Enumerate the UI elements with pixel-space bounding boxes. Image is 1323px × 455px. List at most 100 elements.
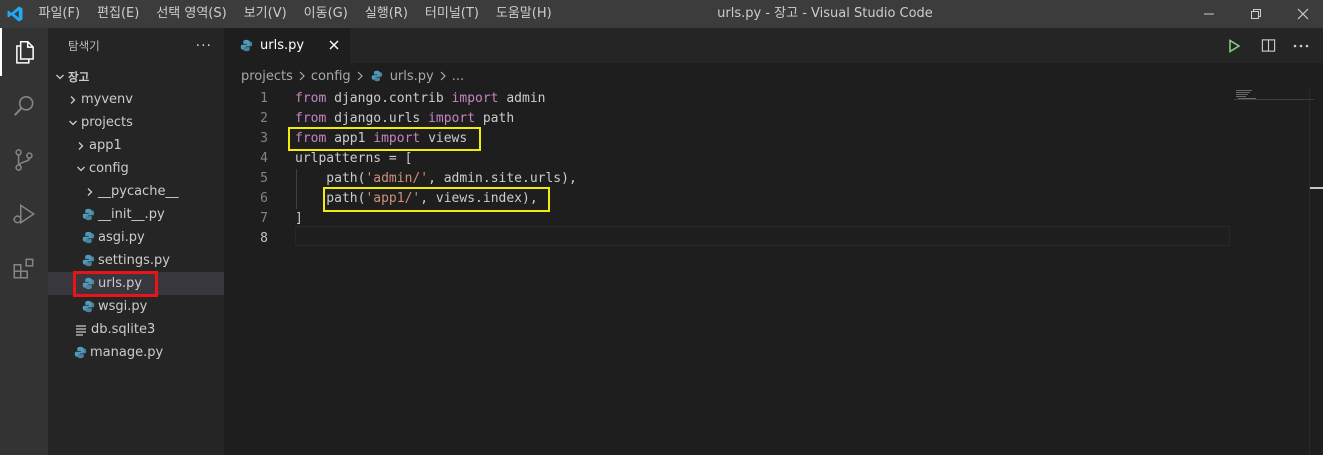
tree-item-label: wsgi.py: [98, 299, 148, 314]
python-file-icon: [80, 207, 96, 223]
breadcrumb: projects config urls.py ...: [224, 63, 1323, 89]
tree-item-settings-py[interactable]: settings.py: [48, 249, 224, 272]
tree-item-myvenv[interactable]: myvenv: [48, 88, 224, 111]
code-text: urlpatterns = [: [295, 149, 412, 169]
close-icon: [1297, 8, 1309, 20]
menu-terminal[interactable]: 터미널(T): [416, 0, 487, 28]
menu-file[interactable]: 파일(F): [30, 0, 89, 28]
tree-item-wsgi-py[interactable]: wsgi.py: [48, 295, 224, 318]
tree-item-label: db.sqlite3: [91, 322, 156, 337]
menu-go[interactable]: 이동(G): [295, 0, 356, 28]
run-file-button[interactable]: [1219, 28, 1249, 63]
chevron-right-icon: [82, 184, 98, 200]
menu-bar: 파일(F) 편집(E) 선택 영역(S) 보기(V) 이동(G) 실행(R) 터…: [30, 0, 560, 28]
split-editor-button[interactable]: [1253, 28, 1283, 63]
search-icon: [14, 95, 34, 116]
tree-item-app1[interactable]: app1: [48, 134, 224, 157]
menu-run[interactable]: 실행(R): [356, 0, 416, 28]
restore-button[interactable]: [1233, 0, 1279, 28]
code-line[interactable]: 5 path('admin/', admin.site.urls),: [224, 169, 1234, 189]
code-line[interactable]: 8: [224, 229, 1234, 249]
keyword-token: from: [295, 91, 327, 106]
source-control-activity-button[interactable]: [0, 136, 48, 184]
tab-close-button[interactable]: [326, 37, 342, 53]
chevron-right-icon: [356, 71, 364, 81]
explorer-more-actions-button[interactable]: ···: [196, 38, 212, 54]
vertical-scrollbar[interactable]: [1309, 89, 1323, 455]
breadcrumb-config[interactable]: config: [311, 69, 351, 84]
run-debug-activity-button[interactable]: [0, 190, 48, 238]
tree-item-label: __pycache__: [98, 184, 179, 199]
python-file-icon: [80, 253, 96, 269]
chevron-right-icon: [298, 71, 306, 81]
code-line[interactable]: 7]: [224, 209, 1234, 229]
tab-urls-py[interactable]: urls.py: [224, 28, 350, 63]
minimize-icon: [1204, 13, 1214, 15]
tree-item-asgi-py[interactable]: asgi.py: [48, 226, 224, 249]
tree-item-init-py[interactable]: __init__.py: [48, 203, 224, 226]
chevron-right-icon: [73, 138, 89, 154]
workspace-root[interactable]: 장고: [48, 65, 224, 88]
window-title: urls.py - 장고 - Visual Studio Code: [717, 6, 933, 21]
code-line[interactable]: 1 from django.contrib import admin: [224, 89, 1234, 109]
line-number: 6: [260, 191, 268, 206]
source-control-icon: [15, 149, 33, 171]
python-file-icon: [369, 68, 385, 84]
tree-item-projects[interactable]: projects: [48, 111, 224, 134]
menu-selection[interactable]: 선택 영역(S): [148, 0, 235, 28]
close-window-button[interactable]: [1280, 0, 1323, 28]
code-token: django.contrib: [326, 91, 452, 106]
code-token: urlpatterns = [: [295, 151, 413, 166]
tree-item-config[interactable]: config: [48, 157, 224, 180]
python-file-icon: [72, 345, 88, 361]
explorer-activity-button[interactable]: [0, 28, 48, 76]
code-token: path: [475, 111, 515, 126]
more-actions-button[interactable]: [1286, 28, 1316, 63]
minimap[interactable]: [1234, 89, 1314, 100]
code-token: ]: [295, 211, 303, 226]
run-debug-icon: [13, 203, 36, 225]
code-line[interactable]: 4 urlpatterns = [: [224, 149, 1234, 169]
minimize-button[interactable]: [1186, 0, 1232, 28]
breadcrumb-urls-py[interactable]: urls.py: [390, 69, 434, 84]
explorer-title: 탐색기: [68, 38, 100, 53]
tree-item-label: config: [89, 161, 129, 176]
ellipsis-icon: [1293, 44, 1309, 47]
code-line[interactable]: 2 from django.urls import path: [224, 109, 1234, 129]
workspace-root-label: 장고: [68, 69, 90, 84]
tree-item-label: app1: [89, 138, 122, 153]
tree-item-pycache[interactable]: __pycache__: [48, 180, 224, 203]
code-token: django.urls: [326, 111, 429, 126]
search-activity-button[interactable]: [0, 82, 48, 130]
code-editor[interactable]: 1 from django.contrib import admin 2 from d…: [224, 89, 1323, 455]
line-number: 5: [260, 171, 268, 186]
chevron-right-icon: [439, 71, 447, 81]
menu-view[interactable]: 보기(V): [235, 0, 295, 28]
code-text: path('admin/', admin.site.urls),: [295, 169, 577, 189]
tree-item-label: projects: [81, 115, 133, 130]
extensions-activity-button[interactable]: [0, 244, 48, 292]
line-number: 4: [260, 151, 268, 166]
string-token: 'admin/': [365, 171, 429, 186]
explorer-sidebar: 탐색기 ··· 장고 myvenv projects app1 config _…: [48, 28, 224, 455]
chevron-down-icon: [73, 161, 89, 177]
menu-edit[interactable]: 편집(E): [89, 0, 148, 28]
breadcrumb-projects[interactable]: projects: [241, 69, 293, 84]
explorer-header: 탐색기 ···: [48, 28, 224, 63]
line-number: 3: [260, 131, 268, 146]
restore-icon: [1251, 9, 1261, 19]
annotation-yellow-box-path: [323, 187, 550, 212]
python-file-icon: [238, 38, 254, 54]
annotation-yellow-box-import: [288, 127, 481, 151]
breadcrumb-symbols[interactable]: ...: [452, 69, 464, 84]
tree-item-manage-py[interactable]: manage.py: [48, 341, 224, 364]
chevron-right-icon: [65, 92, 81, 108]
chevron-down-icon: [65, 115, 81, 131]
minimap-preview-icon: [1234, 90, 1314, 100]
tree-item-db-sqlite3[interactable]: db.sqlite3: [48, 318, 224, 341]
tab-label: urls.py: [260, 38, 305, 53]
menu-help[interactable]: 도움말(H): [487, 0, 560, 28]
code-text: ]: [295, 209, 303, 229]
python-file-icon: [80, 230, 96, 246]
line-number: 8: [260, 231, 268, 246]
